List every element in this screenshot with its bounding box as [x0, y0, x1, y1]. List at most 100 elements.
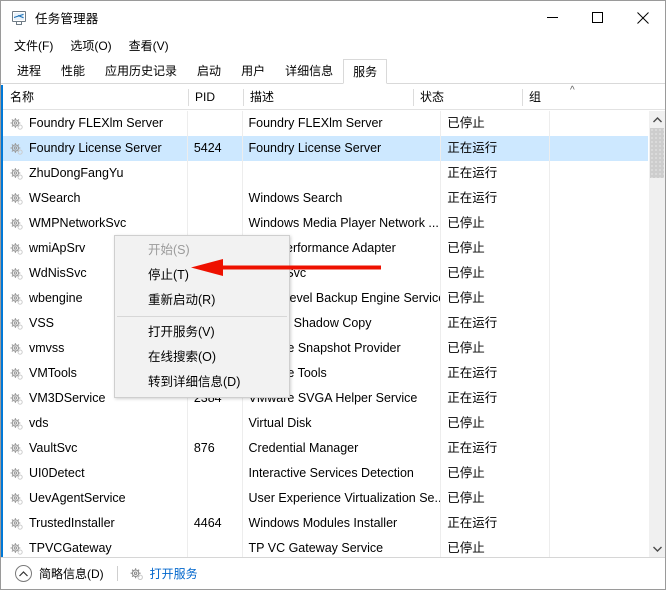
service-name-label: VSS [29, 316, 55, 330]
service-pid-cell [186, 111, 242, 136]
table-row[interactable]: vmvss VMware Snapshot Provider 已停止 [3, 336, 648, 361]
gear-icon [9, 492, 24, 506]
menu-options[interactable]: 选项(O) [64, 35, 119, 57]
service-group-cell [548, 536, 648, 557]
service-description-cell: Foundry License Server [241, 136, 441, 161]
service-name-label: VMTools [29, 366, 77, 380]
service-name-cell: vds [3, 411, 187, 436]
context-menu-item[interactable]: 转到详细信息(D) [115, 370, 289, 395]
tab-details[interactable]: 详细信息 [275, 58, 343, 83]
service-name-cell: ZhuDongFangYu [3, 161, 187, 186]
service-description-cell: User Experience Virtualization Se... [241, 486, 440, 511]
table-row[interactable]: UI0Detect Interactive Services Detection 已… [3, 461, 648, 486]
menu-file[interactable]: 文件(F) [8, 35, 61, 57]
service-pid-cell: 876 [186, 436, 242, 461]
close-button[interactable] [620, 1, 665, 34]
table-row[interactable]: Foundry License Server 5424 Foundry Licens… [3, 136, 648, 161]
table-row[interactable]: VaultSvc 876 Credential Manager 正在运行 [3, 436, 648, 461]
gear-icon [9, 342, 24, 356]
minimize-button[interactable] [530, 1, 575, 34]
service-group-cell [548, 261, 648, 286]
service-pid-cell: 5424 [186, 136, 242, 161]
table-row[interactable]: vds Virtual Disk 已停止 [3, 411, 648, 436]
context-menu-item[interactable]: 重新启动(R) [115, 288, 289, 313]
table-row[interactable]: WMPNetworkSvc Windows Media Player Networ… [3, 211, 648, 236]
service-name-cell: VaultSvc [3, 436, 187, 461]
service-status-cell: 正在运行 [440, 386, 548, 411]
service-status-cell: 正在运行 [440, 136, 548, 161]
context-menu-item[interactable]: 停止(T) [115, 263, 289, 288]
tab-startup[interactable]: 启动 [187, 58, 231, 83]
tab-strip: 进程 性能 应用历史记录 启动 用户 详细信息 服务 [1, 57, 665, 84]
tab-processes[interactable]: 进程 [7, 58, 51, 83]
service-name-label: wmiApSrv [29, 241, 86, 255]
column-header-name[interactable]: 名称 [3, 85, 188, 110]
service-group-cell [548, 211, 648, 236]
scroll-up-arrow-icon[interactable] [649, 111, 665, 128]
service-description-cell: Interactive Services Detection [241, 461, 441, 486]
table-row[interactable]: TrustedInstaller 4464 Windows Modules Inst… [3, 511, 648, 536]
table-row[interactable]: VMTools2376VMware Tools正在运行 [3, 361, 648, 386]
context-menu-separator [117, 316, 287, 317]
service-group-cell [548, 511, 648, 536]
service-group-cell [548, 386, 648, 411]
context-menu-item[interactable]: 在线搜索(O) [115, 345, 289, 370]
gear-icon [9, 167, 24, 181]
column-header-pid[interactable]: PID [188, 85, 243, 110]
tab-users[interactable]: 用户 [231, 58, 275, 83]
context-menu-item[interactable]: 打开服务(V) [115, 320, 289, 345]
table-row[interactable]: VSS Volume Shadow Copy 正在运行 [3, 311, 648, 336]
table-row[interactable]: UevAgentService User Experience Virtualiz… [3, 486, 648, 511]
service-description-cell: TP VC Gateway Service [241, 536, 441, 557]
service-name-label: WMPNetworkSvc [29, 216, 127, 230]
column-header-status[interactable]: 状态 [413, 85, 522, 110]
service-status-cell: 正在运行 [440, 511, 548, 536]
gear-icon [9, 292, 24, 306]
service-group-cell [548, 136, 648, 161]
table-row[interactable]: wbengine Block Level Backup Engine Servic… [3, 286, 648, 311]
scroll-down-arrow-icon[interactable] [649, 540, 665, 557]
service-description-cell: Windows Modules Installer [241, 511, 441, 536]
service-name-label: WSearch [29, 191, 81, 205]
column-header-description[interactable]: 描述 [243, 85, 413, 110]
service-status-cell: 已停止 [440, 211, 548, 236]
table-row[interactable]: Foundry FLEXlm Server Foundry FLEXlm Serv… [3, 111, 648, 136]
status-bar-divider [116, 566, 118, 581]
service-group-cell [548, 411, 648, 436]
fewer-details-label: 简略信息(D) [39, 567, 104, 581]
service-status-cell: 正在运行 [440, 161, 548, 186]
tab-services[interactable]: 服务 [343, 59, 388, 84]
menu-view[interactable]: 查看(V) [123, 35, 177, 57]
gear-icon [9, 267, 24, 281]
table-row[interactable]: ZhuDongFangYu 正在运行 [3, 161, 648, 186]
service-name-label: TrustedInstaller [29, 516, 115, 530]
service-status-cell: 已停止 [440, 461, 548, 486]
scrollbar-thumb[interactable] [650, 128, 664, 178]
service-pid-cell [186, 486, 242, 511]
open-services-label: 打开服务 [149, 567, 198, 581]
table-row[interactable]: TPVCGateway TP VC Gateway Service 已停止 [3, 536, 648, 557]
tab-performance[interactable]: 性能 [51, 58, 95, 83]
table-row[interactable]: WSearch Windows Search 正在运行 [3, 186, 648, 211]
service-name-label: VM3DService [29, 391, 106, 405]
fewer-details-button[interactable]: 简略信息(D) [11, 563, 108, 584]
service-name-label: wbengine [29, 291, 83, 305]
service-status-cell: 已停止 [440, 336, 548, 361]
maximize-button[interactable] [575, 1, 620, 34]
vertical-scrollbar[interactable] [648, 111, 665, 557]
service-status-cell: 正在运行 [440, 361, 548, 386]
column-header-group-label: 组 [529, 89, 542, 104]
chevron-up-icon [15, 565, 32, 582]
table-row[interactable]: wmiApSrv WMI Performance Adapter 已停止 [3, 236, 648, 261]
service-description-cell: Virtual Disk [241, 411, 441, 436]
table-row[interactable]: WdNisSvcWdNisSvc已停止 [3, 261, 648, 286]
tab-app-history[interactable]: 应用历史记录 [95, 58, 187, 83]
service-group-cell [548, 186, 648, 211]
service-group-cell [548, 436, 648, 461]
table-row[interactable]: VM3DService 2384 VMware SVGA Helper Servic… [3, 386, 648, 411]
service-name-cell: UevAgentService [3, 486, 187, 511]
service-pid-cell [186, 186, 242, 211]
open-services-link[interactable]: 打开服务 [129, 565, 198, 582]
services-rows: Foundry FLEXlm Server Foundry FLEXlm Serv… [3, 111, 648, 557]
column-header-group[interactable]: 组 ^ [522, 85, 639, 110]
